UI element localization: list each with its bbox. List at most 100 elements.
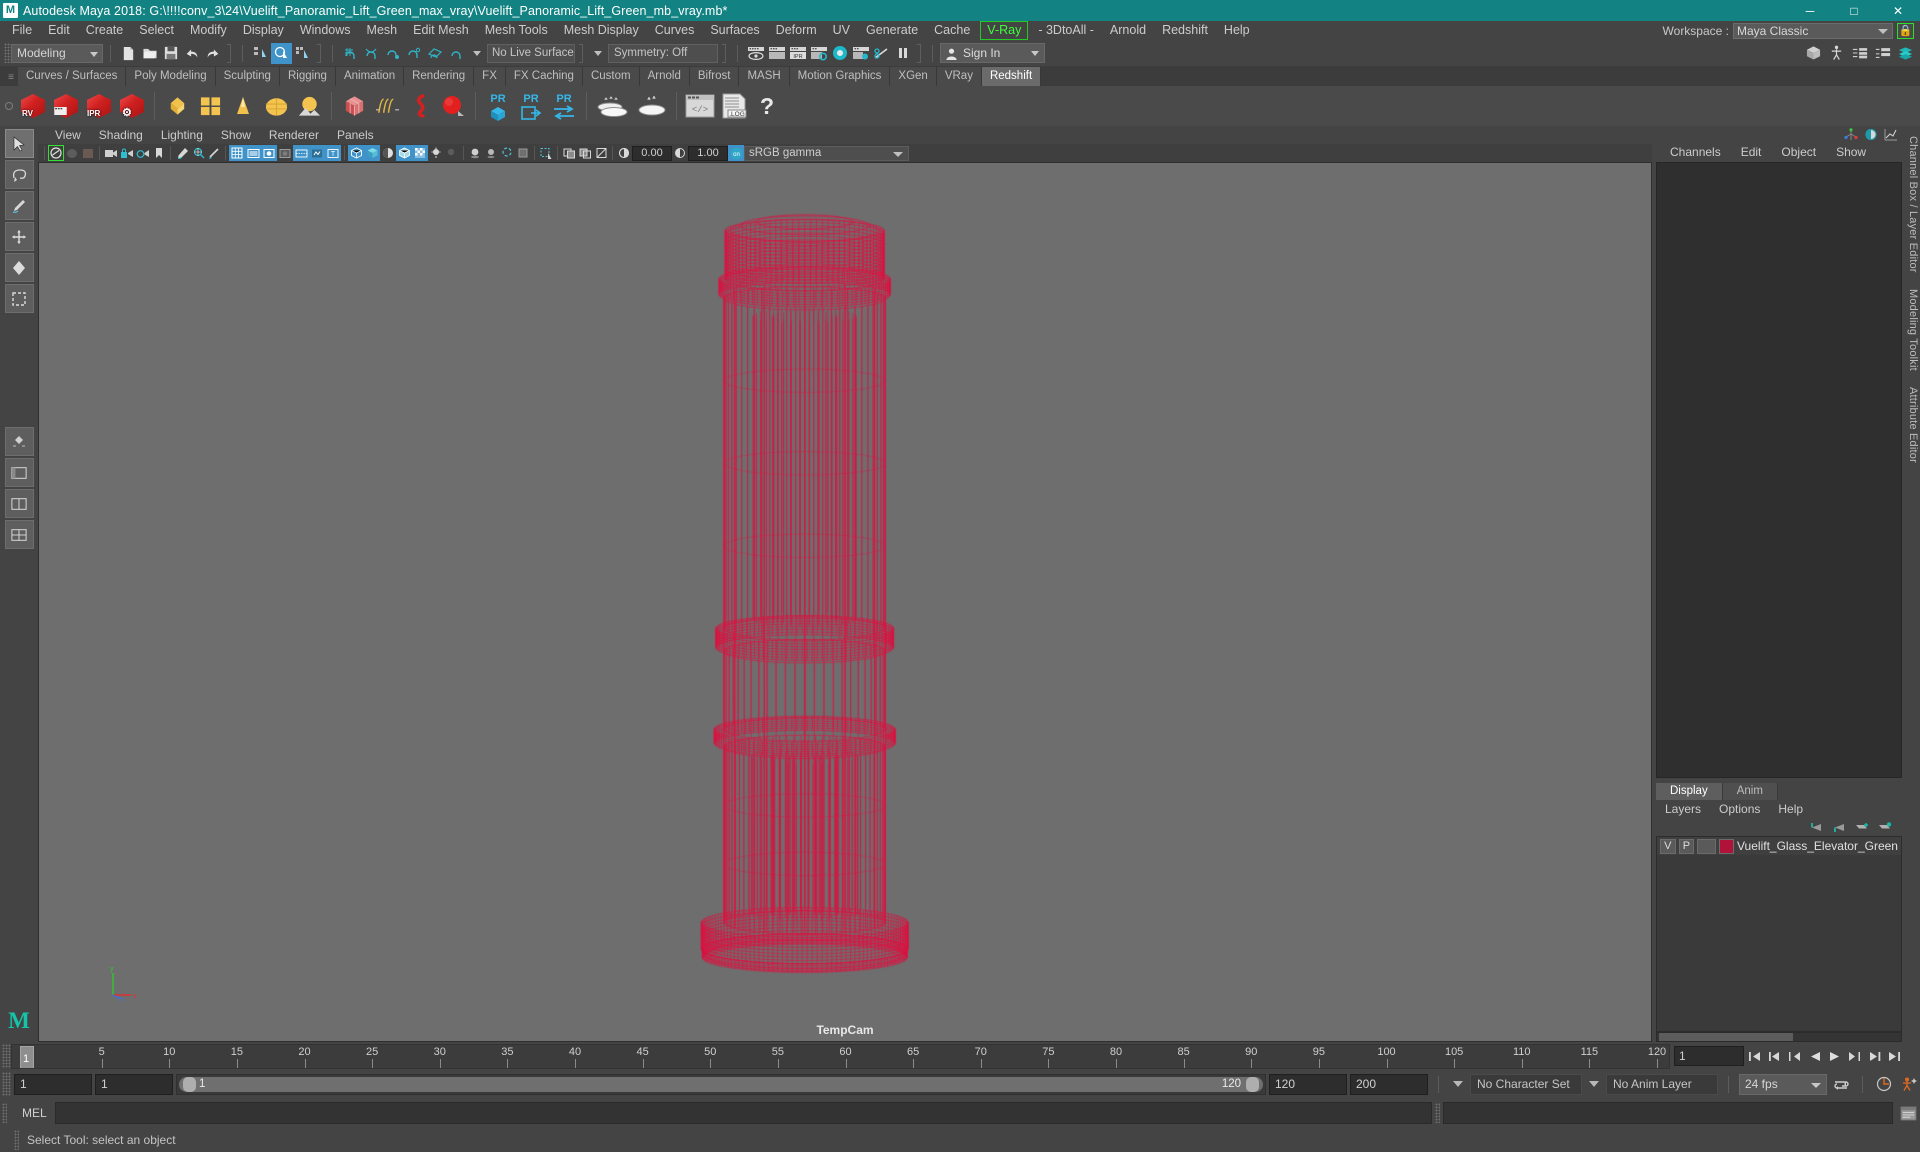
safe-action-icon[interactable] [309, 145, 325, 161]
exposure-value-field[interactable]: 0.00 [632, 145, 672, 161]
redshift-material-icon[interactable] [161, 89, 193, 123]
playback-speed-dropdown[interactable]: 24 fps [1739, 1073, 1827, 1095]
use-all-lights-icon[interactable] [428, 145, 444, 161]
shelf-tab-mash[interactable]: MASH [739, 67, 790, 86]
anim-layer-field[interactable]: No Anim Layer [1606, 1073, 1718, 1095]
range-slider-fill[interactable] [179, 1076, 1263, 1092]
channel-box-menu-edit[interactable]: Edit [1731, 144, 1772, 161]
symmetry-field[interactable]: Symmetry: Off [608, 43, 718, 63]
menu-curves[interactable]: Curves [647, 21, 703, 40]
multisample-icon[interactable] [499, 145, 515, 161]
range-slider[interactable]: 1 120 [176, 1073, 1266, 1095]
shelf-tab-motion-graphics[interactable]: Motion Graphics [789, 67, 891, 86]
layer-color-swatch[interactable] [1719, 838, 1734, 854]
redshift-ipr-icon[interactable]: IPR [83, 89, 115, 123]
redshift-dome-light-icon[interactable] [260, 89, 292, 123]
title-safe-icon[interactable]: T [325, 145, 341, 161]
redshift-render-settings-icon[interactable]: ⚙ [116, 89, 148, 123]
image-plane-icon[interactable] [80, 145, 96, 161]
snap-to-grid-icon[interactable] [340, 43, 361, 64]
layer-list-hscrollbar[interactable] [1656, 1032, 1902, 1042]
grease-pencil-icon[interactable] [174, 145, 190, 161]
menu-modify[interactable]: Modify [182, 21, 235, 40]
rendering-flags-icon[interactable] [871, 43, 892, 64]
layer-visibility-toggle[interactable]: V [1660, 838, 1676, 854]
go-to-start-icon[interactable] [1745, 1046, 1764, 1066]
character-set-dropdown-icon[interactable] [1453, 1081, 1463, 1087]
shade-options-icon[interactable] [380, 145, 396, 161]
command-splitter-grip[interactable] [1435, 1103, 1440, 1123]
redshift-help-icon[interactable]: ? [751, 89, 783, 123]
last-tool-used-button[interactable] [4, 427, 34, 456]
playback-end-time-field[interactable]: 120 [1269, 1073, 1347, 1095]
undo-icon[interactable] [181, 43, 202, 64]
side-tab-modeling-toolkit[interactable]: Modeling Toolkit [1907, 289, 1919, 371]
menu-deform[interactable]: Deform [768, 21, 825, 40]
layer-menu-options[interactable]: Options [1710, 801, 1769, 818]
menu-create[interactable]: Create [78, 21, 132, 40]
menu-cache[interactable]: Cache [926, 21, 978, 40]
layer-playback-toggle[interactable]: P [1678, 838, 1695, 854]
auto-key-icon[interactable] [1873, 1074, 1895, 1095]
xray-joints-icon[interactable] [577, 145, 593, 161]
lasso-select-tool-button[interactable] [4, 160, 34, 189]
move-tool-button[interactable] [4, 222, 34, 251]
time-slider-playhead[interactable]: 1 [20, 1045, 34, 1068]
film-origin-icon[interactable] [293, 145, 309, 161]
redshift-sprite-icon[interactable] [437, 89, 469, 123]
gamma-value-field[interactable]: 1.00 [688, 145, 728, 161]
layer-menu-help[interactable]: Help [1769, 801, 1812, 818]
layout-single-pane-button[interactable] [4, 458, 34, 487]
shelf-grip[interactable]: ≡ [4, 68, 18, 86]
layer-list[interactable]: V P Vuelift_Glass_Elevator_Green [1656, 836, 1902, 1032]
move-layer-down-icon[interactable] [1831, 821, 1846, 834]
command-input-field[interactable] [55, 1102, 1432, 1124]
sign-in-button[interactable]: Sign In [940, 43, 1045, 63]
menu-windows[interactable]: Windows [292, 21, 359, 40]
shelf-tab-bifrost[interactable]: Bifrost [689, 67, 740, 86]
two-d-pan-zoom-icon[interactable] [190, 145, 206, 161]
redo-icon[interactable] [202, 43, 223, 64]
render-view-icon[interactable] [745, 43, 766, 64]
redshift-render-sequence-icon[interactable] [50, 89, 82, 123]
side-tab-channel-box-layer-editor[interactable]: Channel Box / Layer Editor [1907, 136, 1919, 273]
view-transform-enabled-icon[interactable]: on [728, 145, 744, 161]
select-by-object-icon[interactable] [271, 42, 292, 64]
viewport-menu-view[interactable]: View [46, 127, 90, 144]
camera-icon[interactable] [103, 145, 119, 161]
layer-row[interactable]: V P Vuelift_Glass_Elevator_Green [1657, 837, 1901, 855]
create-layer-from-selected-icon[interactable] [1877, 821, 1892, 834]
close-button[interactable]: ✕ [1876, 0, 1920, 21]
menu-select[interactable]: Select [131, 21, 182, 40]
shelf-tab-custom[interactable]: Custom [582, 67, 640, 86]
redshift-hair-icon[interactable] [371, 89, 403, 123]
menu-display[interactable]: Display [235, 21, 292, 40]
open-scene-icon[interactable] [139, 43, 160, 64]
menu-redshift[interactable]: Redshift [1154, 21, 1216, 40]
menu-set-dropdown[interactable]: Modeling [11, 43, 103, 63]
snap-to-projected-center-icon[interactable] [403, 43, 424, 64]
redshift-sss-icon[interactable] [227, 89, 259, 123]
wireframe-icon[interactable] [348, 145, 364, 161]
viewport-menu-shading[interactable]: Shading [90, 127, 152, 144]
redshift-bake-set-icon[interactable] [634, 89, 670, 123]
layer-menu-layers[interactable]: Layers [1656, 801, 1710, 818]
range-slider-grip[interactable] [2, 1072, 11, 1096]
screen-space-ambient-occlusion-icon[interactable] [467, 145, 483, 161]
resolution-gate-icon[interactable] [261, 145, 277, 161]
menu-mesh-display[interactable]: Mesh Display [556, 21, 647, 40]
character-set-field[interactable]: No Character Set [1470, 1073, 1582, 1095]
maximize-button[interactable]: □ [1832, 0, 1876, 21]
menu-help[interactable]: Help [1216, 21, 1258, 40]
help-line-grip[interactable] [14, 1130, 19, 1150]
make-live-icon[interactable] [445, 43, 466, 64]
lock-icon[interactable]: 🔒 [1897, 22, 1914, 39]
statusline-grip[interactable] [4, 43, 11, 63]
save-scene-icon[interactable] [160, 43, 181, 64]
snap-to-view-plane-icon[interactable] [424, 43, 445, 64]
grid-toggle-icon[interactable] [229, 145, 245, 161]
layer-shading-toggle[interactable] [1697, 838, 1717, 854]
command-line-grip[interactable] [2, 1103, 7, 1123]
new-scene-icon[interactable] [118, 43, 139, 64]
texture-toggle-icon[interactable] [412, 145, 428, 161]
